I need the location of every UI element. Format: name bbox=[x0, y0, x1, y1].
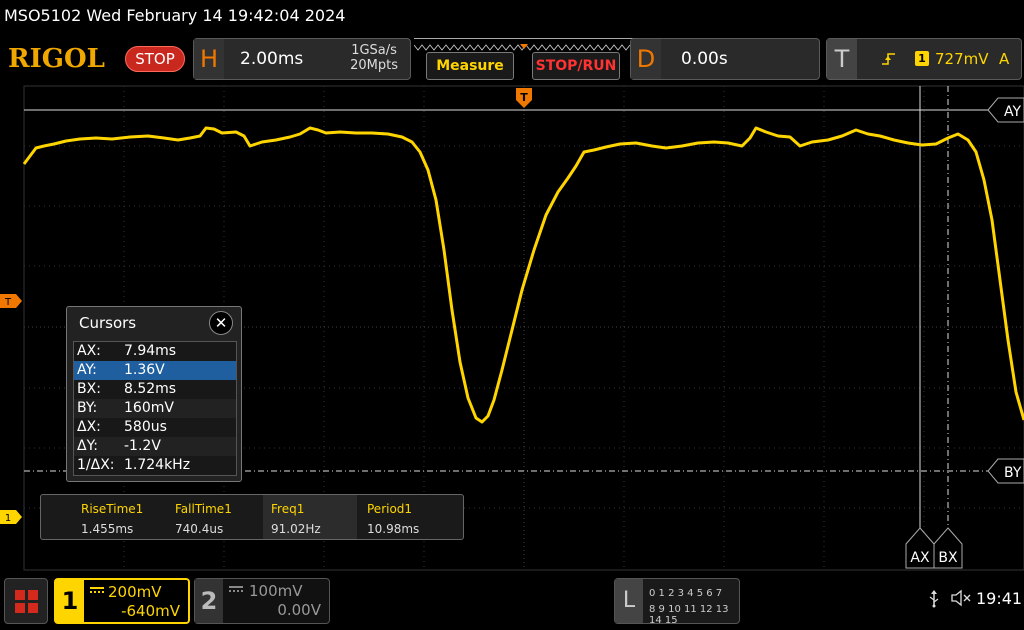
bottom-bar: 1 200mV -640mV 2 100mV 0.00V L 0 1 2 3 4… bbox=[0, 572, 1024, 630]
row-value: 8.52ms bbox=[124, 381, 177, 397]
cursor-row-inv-dx[interactable]: 1/ΔX: 1.724kHz bbox=[74, 456, 236, 475]
trigger-pos-label: T bbox=[520, 91, 528, 104]
row-value: 1.724kHz bbox=[124, 457, 191, 473]
row-value: -1.2V bbox=[124, 438, 161, 454]
measurement-value: 10.98ms bbox=[367, 522, 420, 536]
row-value: 1.36V bbox=[124, 362, 165, 378]
measurement-value: 91.02Hz bbox=[271, 522, 321, 536]
measurement-name: RiseTime1 bbox=[81, 502, 144, 516]
cursor-row-ay[interactable]: AY: 1.36V bbox=[74, 361, 236, 380]
dc-coupling-icon bbox=[90, 587, 104, 593]
ch1-offset: -640mV bbox=[121, 602, 180, 620]
la-channels-high: 8 9 10 11 12 13 14 15 bbox=[649, 604, 729, 626]
measurement-item[interactable]: FallTime1 740.4us bbox=[167, 495, 261, 539]
ch2-number: 2 bbox=[195, 579, 223, 623]
row-key: AX: bbox=[77, 343, 101, 359]
cursor-row-dy[interactable]: ΔY: -1.2V bbox=[74, 437, 236, 456]
measurement-item[interactable]: RiseTime1 1.455ms bbox=[73, 495, 167, 539]
sound-muted-icon[interactable] bbox=[950, 589, 972, 611]
cursors-panel[interactable]: Cursors ✕ AX: 7.94ms AY: 1.36V BX: 8.52ms B… bbox=[66, 306, 242, 482]
close-icon[interactable]: ✕ bbox=[209, 311, 233, 335]
row-value: 7.94ms bbox=[124, 343, 177, 359]
measurement-item[interactable]: Freq1 91.02Hz bbox=[263, 495, 357, 539]
logic-analyzer-box[interactable]: L 0 1 2 3 4 5 6 7 8 9 10 11 12 13 14 15 bbox=[614, 578, 740, 626]
cursor-row-ax[interactable]: AX: 7.94ms bbox=[74, 342, 236, 361]
by-tag-label: BY bbox=[1004, 465, 1022, 481]
ch1-number: 1 bbox=[56, 580, 84, 622]
measurement-name: FallTime1 bbox=[175, 502, 232, 516]
dc-coupling-icon bbox=[229, 586, 243, 592]
system-clock: 19:41 bbox=[976, 589, 1023, 608]
home-menu-button[interactable] bbox=[4, 578, 48, 624]
measurement-panel[interactable]: RiseTime1 1.455ms FallTime1 740.4us Freq… bbox=[40, 494, 464, 540]
ch2-offset: 0.00V bbox=[277, 601, 321, 619]
measurement-item[interactable]: Period1 10.98ms bbox=[359, 495, 453, 539]
cursor-row-dx[interactable]: ΔX: 580us bbox=[74, 418, 236, 437]
ay-tag-label: AY bbox=[1004, 104, 1021, 120]
waveform-display[interactable]: T T 1 AY BY AX BX bbox=[0, 0, 1024, 572]
cursor-readouts: AX: 7.94ms AY: 1.36V BX: 8.52ms BY: 160mV ΔX… bbox=[73, 341, 237, 476]
ch1-marker-label: 1 bbox=[5, 513, 11, 524]
row-key: ΔY: bbox=[77, 438, 98, 454]
row-key: 1/ΔX: bbox=[77, 457, 115, 473]
grid-menu-icon bbox=[15, 590, 38, 613]
row-value: 580us bbox=[124, 419, 167, 435]
cursor-row-bx[interactable]: BX: 8.52ms bbox=[74, 380, 236, 399]
measurement-name: Freq1 bbox=[271, 502, 305, 516]
channel2-box[interactable]: 2 100mV 0.00V bbox=[194, 578, 330, 624]
ch1-scale: 200mV bbox=[108, 583, 162, 601]
cursors-title: Cursors bbox=[79, 314, 137, 332]
la-letter: L bbox=[615, 579, 643, 623]
measurement-name: Period1 bbox=[367, 502, 413, 516]
row-key: BX: bbox=[77, 381, 101, 397]
row-key: ΔX: bbox=[77, 419, 101, 435]
row-key: AY: bbox=[77, 362, 97, 378]
measurement-value: 1.455ms bbox=[81, 522, 134, 536]
la-channels-low: 0 1 2 3 4 5 6 7 bbox=[649, 588, 723, 599]
cursor-row-by[interactable]: BY: 160mV bbox=[74, 399, 236, 418]
usb-icon bbox=[928, 590, 940, 612]
ch2-scale: 100mV bbox=[249, 582, 303, 600]
row-key: BY: bbox=[77, 400, 98, 416]
bx-tag-label: BX bbox=[938, 550, 958, 566]
trigger-level-label: T bbox=[4, 297, 12, 308]
measurement-value: 740.4us bbox=[175, 522, 224, 536]
row-value: 160mV bbox=[124, 400, 174, 416]
ax-tag-label: AX bbox=[910, 550, 930, 566]
channel1-box[interactable]: 1 200mV -640mV bbox=[54, 578, 190, 624]
